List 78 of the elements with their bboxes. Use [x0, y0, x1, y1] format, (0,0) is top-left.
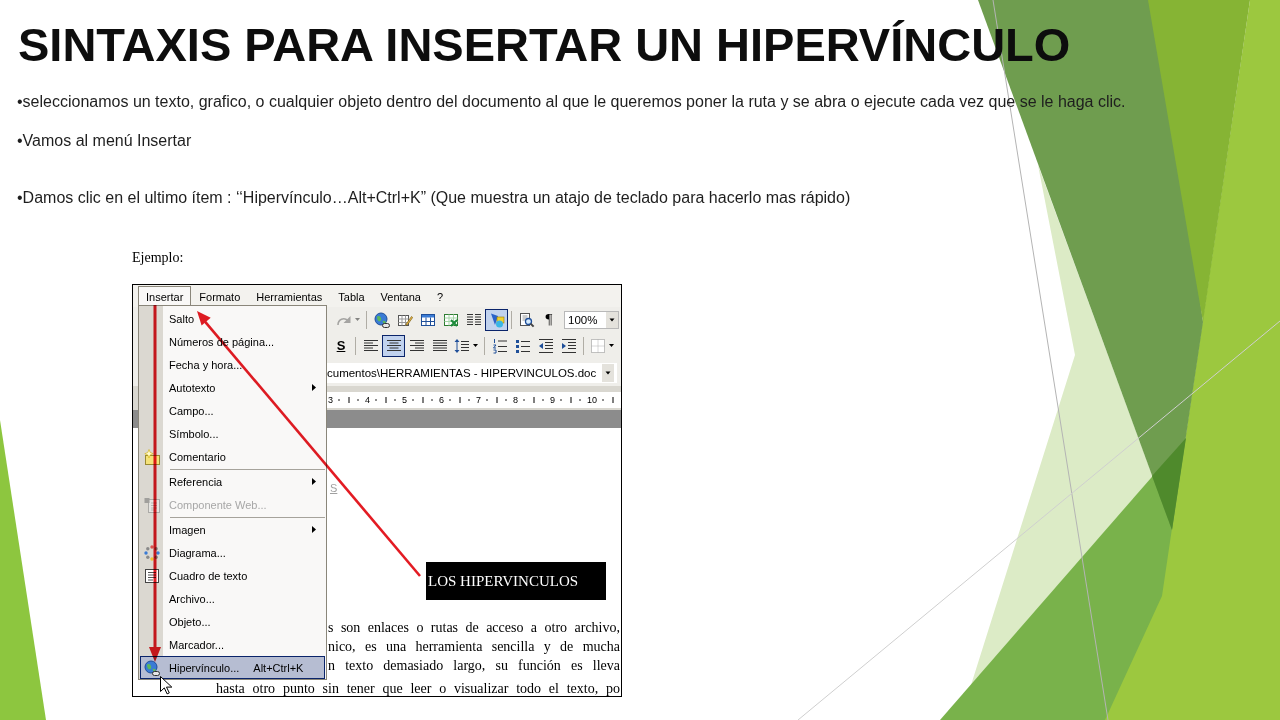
- page-icon: [144, 496, 160, 513]
- ruler-tick-icon: [602, 396, 614, 404]
- shapes-icon: [488, 311, 505, 328]
- menu-bar-item[interactable]: ?: [428, 286, 452, 307]
- text-fragment: S: [330, 482, 338, 495]
- ruler-number: 3: [328, 395, 333, 405]
- text-line: nico, es una herramienta sencilla y de mucha: [328, 638, 620, 656]
- ruler-tick-icon: [375, 396, 396, 404]
- menu-item[interactable]: Archivo...: [140, 587, 325, 610]
- bullet-text: •seleccionamos un texto, grafico, o cualquier objeto dentro del documento al que le queremos poner la ruta y se abra o ejecute cada vez que se le haga clic.: [17, 92, 1126, 112]
- address-field[interactable]: cumentos\HERRAMIENTAS - HIPERVINCULOS.doc: [327, 362, 617, 383]
- bullet-text: •Damos clic en el ultimo ítem : ‘‘Hipervínculo…Alt+Ctrl+K” (Que muestra un atajo de teclado para hacerlo mas rápido): [17, 188, 851, 208]
- ruler-tick-icon: [486, 396, 507, 404]
- text-line: n texto demasiado largo, su función es lleva: [328, 657, 620, 675]
- menu-item[interactable]: Hipervínculo... Alt+Ctrl+K: [140, 656, 325, 679]
- page-magnifier-icon: [518, 311, 535, 328]
- submenu-arrow-icon: [312, 526, 316, 533]
- menu-bar-item[interactable]: Formato: [191, 286, 249, 307]
- toolbar-button[interactable]: [382, 334, 405, 357]
- menu-bar-item[interactable]: Tabla: [330, 286, 373, 307]
- document-heading: LOS HIPERVINCULOS: [426, 562, 606, 600]
- menu-item[interactable]: Fecha y hora...: [140, 353, 325, 376]
- indent-icon: [560, 337, 577, 354]
- menu-bar-item[interactable]: Herramientas: [248, 286, 331, 307]
- menu-item[interactable]: Cuadro de texto: [140, 564, 325, 587]
- ruler-number: 8: [513, 395, 518, 405]
- menu-item[interactable]: Símbolo...: [140, 422, 325, 445]
- ruler-tick-icon: [412, 396, 433, 404]
- menu-item[interactable]: Salto: [140, 307, 325, 330]
- menu-item[interactable]: Imagen: [140, 518, 325, 541]
- ruler-tick-icon: [449, 396, 470, 404]
- ruler-number: 7: [476, 395, 481, 405]
- align-center-icon: [385, 337, 402, 354]
- submenu-arrow-icon: [312, 384, 316, 391]
- outdent-icon: [537, 337, 554, 354]
- menu-bar-item[interactable]: Ventana: [372, 286, 429, 307]
- menu-item[interactable]: Objeto...: [140, 610, 325, 633]
- caption-text: Ejemplo:: [132, 249, 184, 267]
- table-icon: [419, 311, 436, 328]
- ruler-number: 6: [439, 395, 444, 405]
- ruler-tick-icon: [560, 396, 581, 404]
- globe-icon: [373, 311, 390, 328]
- menu-item[interactable]: Comentario: [140, 445, 325, 468]
- line-spacing-icon: [454, 337, 470, 354]
- ruler-tick-icon: [523, 396, 544, 404]
- caret-icon: [473, 344, 478, 347]
- justify-icon: [431, 337, 448, 354]
- ruler-tick-icon: [338, 396, 359, 404]
- menu-item[interactable]: Autotexto: [140, 376, 325, 399]
- align-left-icon: [362, 337, 379, 354]
- caret-icon: [355, 318, 360, 321]
- ruler-number: 4: [365, 395, 370, 405]
- ruler-number: 10: [587, 395, 597, 405]
- note-sparkle-icon: [144, 448, 160, 465]
- bullet-list-icon: [514, 337, 531, 354]
- ruler-number: 9: [550, 395, 555, 405]
- submenu-arrow-icon: [312, 478, 316, 485]
- numbered-list-icon: [491, 337, 508, 354]
- toolbar-button[interactable]: [485, 308, 508, 331]
- menu-item[interactable]: Diagrama...: [140, 541, 325, 564]
- border-grid-icon: [590, 337, 606, 354]
- bullet-text: •Vamos al menú Insertar: [17, 131, 192, 151]
- menu-item[interactable]: Campo...: [140, 399, 325, 422]
- menu-item[interactable]: Marcador...: [140, 633, 325, 656]
- menu-bar-item[interactable]: Insertar: [138, 286, 192, 307]
- toolbar-button[interactable]: ¶: [538, 308, 560, 331]
- globe-icon: [144, 659, 160, 676]
- align-right-icon: [408, 337, 425, 354]
- toolbar-button[interactable]: S: [330, 334, 352, 357]
- text-line: hasta otro punto sin tener que leer o visualizar todo el texto, po: [216, 681, 620, 696]
- zoom-combo[interactable]: 100%: [564, 310, 619, 329]
- text-line: s son enlaces o rutas de acceso a otro archivo,: [328, 619, 620, 637]
- sheet-icon: [442, 311, 459, 328]
- ruler-number: 5: [402, 395, 407, 405]
- text-columns-icon: [465, 311, 482, 328]
- dot-ring-icon: [144, 544, 160, 561]
- caret-icon: [609, 344, 614, 347]
- menu-item[interactable]: Referencia: [140, 470, 325, 493]
